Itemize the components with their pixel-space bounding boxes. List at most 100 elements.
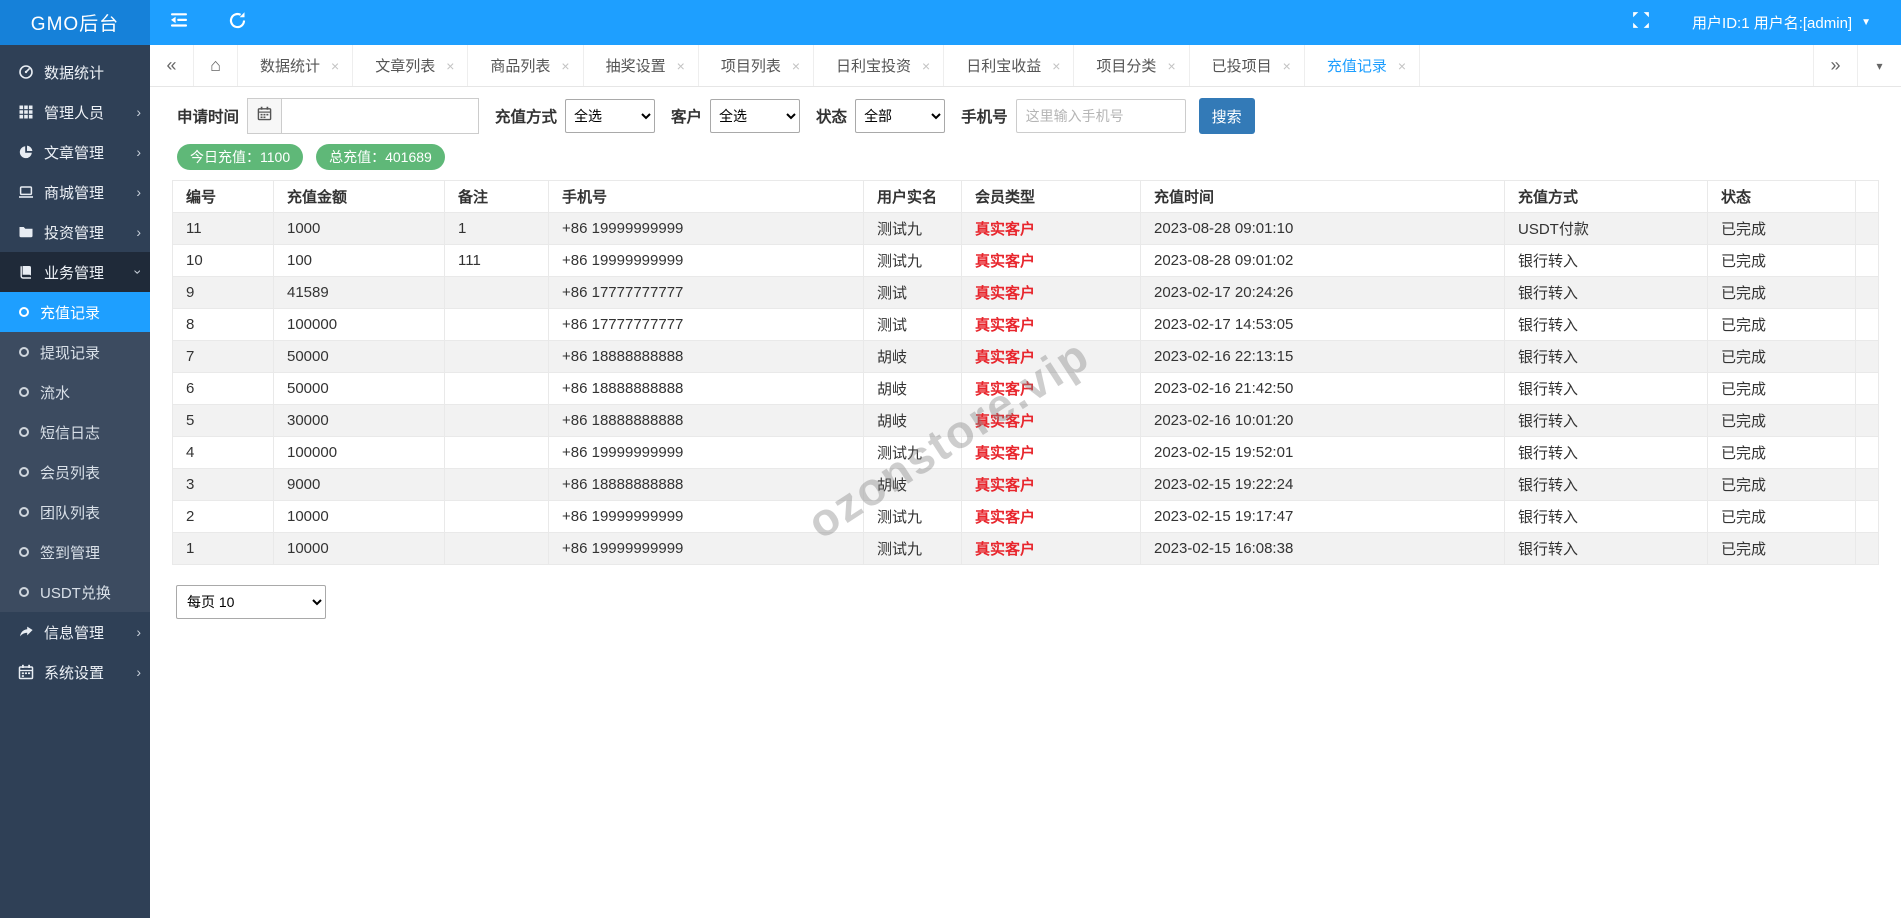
sidebar-subitem[interactable]: 短信日志 (0, 412, 150, 452)
circle-icon (19, 467, 29, 477)
table-cell (445, 309, 549, 341)
tab-close-icon[interactable]: × (1283, 58, 1291, 74)
tab-close-icon[interactable]: × (561, 58, 569, 74)
refresh-button[interactable] (208, 0, 266, 45)
tab[interactable]: 日利宝收益× (944, 45, 1074, 86)
sidebar: 数据统计管理人员›文章管理›商城管理›投资管理›业务管理›充值记录提现记录流水短… (0, 45, 150, 918)
tab-label: 文章列表 (375, 55, 435, 76)
chevron-right-icon: › (136, 624, 141, 640)
tab-close-icon[interactable]: × (1052, 58, 1060, 74)
tab[interactable]: 日利宝投资× (814, 45, 944, 86)
tab[interactable]: 抽奖设置× (584, 45, 699, 86)
sidebar-subitem[interactable]: USDT兑换 (0, 572, 150, 612)
column-header: 充值方式 (1505, 181, 1708, 213)
phone-input[interactable] (1016, 99, 1186, 133)
sidebar-item[interactable]: 管理人员› (0, 92, 150, 132)
tabs-menu-button[interactable]: ▾ (1857, 45, 1901, 86)
sidebar-subitem[interactable]: 签到管理 (0, 532, 150, 572)
tab-label: 项目列表 (721, 55, 781, 76)
tab[interactable]: 项目分类× (1074, 45, 1189, 86)
tab-close-icon[interactable]: × (1398, 58, 1406, 74)
table-cell: +86 18888888888 (549, 405, 864, 437)
fullscreen-icon (1632, 11, 1650, 34)
tab[interactable]: 数据统计× (238, 45, 353, 86)
sidebar-item[interactable]: 文章管理› (0, 132, 150, 172)
table-cell (1856, 245, 1879, 277)
sidebar-item[interactable]: 商城管理› (0, 172, 150, 212)
sidebar-subitem[interactable]: 团队列表 (0, 492, 150, 532)
tab-close-icon[interactable]: × (446, 58, 454, 74)
table-cell: 真实客户 (962, 373, 1141, 405)
circle-icon (19, 387, 29, 397)
sidebar-item[interactable]: 业务管理› (0, 252, 150, 292)
table-cell: 已完成 (1708, 277, 1856, 309)
table-row: 110000+86 19999999999测试九真实客户2023-02-15 1… (173, 533, 1879, 565)
sidebar-subitem[interactable]: 充值记录 (0, 292, 150, 332)
tab-label: 商品列表 (490, 55, 550, 76)
pagination: 每页 10 (176, 585, 1901, 619)
tab[interactable]: 已投项目× (1190, 45, 1305, 86)
table-cell (1856, 501, 1879, 533)
sidebar-item[interactable]: 投资管理› (0, 212, 150, 252)
table-cell: 2023-02-15 16:08:38 (1141, 533, 1505, 565)
table-cell (445, 437, 549, 469)
chevron-right-icon: › (136, 664, 141, 680)
tab-close-icon[interactable]: × (1167, 58, 1175, 74)
sidebar-item[interactable]: 系统设置› (0, 652, 150, 692)
home-tab[interactable]: ⌂ (194, 45, 238, 86)
sidebar-collapse-button[interactable] (150, 0, 208, 45)
tabs-scroll-right-button[interactable]: » (1813, 45, 1857, 86)
table-cell: 2023-02-16 21:42:50 (1141, 373, 1505, 405)
table-cell: 测试九 (864, 213, 962, 245)
table-cell: USDT付款 (1505, 213, 1708, 245)
tab-close-icon[interactable]: × (331, 58, 339, 74)
table-cell: 已完成 (1708, 501, 1856, 533)
table-cell: 5 (173, 405, 274, 437)
sidebar-subitem[interactable]: 提现记录 (0, 332, 150, 372)
recharge-table: 编号充值金额备注手机号用户实名会员类型充值时间充值方式状态 1110001+86… (172, 180, 1879, 565)
tab-close-icon[interactable]: × (792, 58, 800, 74)
grid-icon (18, 104, 34, 120)
tab-close-icon[interactable]: × (677, 58, 685, 74)
tab[interactable]: 商品列表 × (468, 45, 583, 86)
sidebar-submenu: 充值记录提现记录流水短信日志会员列表团队列表签到管理 USDT兑换 (0, 292, 150, 612)
tab[interactable]: 充值记录× (1305, 45, 1420, 86)
table-cell: 胡岐 (864, 341, 962, 373)
total-recharge-badge: 总充值：401689 (316, 144, 445, 170)
table-cell: 银行转入 (1505, 501, 1708, 533)
calendar-picker-button[interactable] (247, 98, 282, 134)
customer-label: 客户 (671, 105, 702, 127)
user-menu[interactable]: 用户ID:1 用户名:[admin] ▼ (1692, 12, 1871, 33)
table-cell (445, 405, 549, 437)
sidebar-subitem-label: USDT兑换 (40, 582, 111, 603)
caret-down-icon: ▼ (1861, 17, 1871, 28)
column-header (1856, 181, 1879, 213)
page-size-select[interactable]: 每页 10 (176, 585, 326, 619)
table-cell: 真实客户 (962, 213, 1141, 245)
tab[interactable]: 文章列表 × (353, 45, 468, 86)
fullscreen-button[interactable] (1632, 11, 1650, 34)
column-header: 备注 (445, 181, 549, 213)
sidebar-subitem[interactable]: 会员列表 (0, 452, 150, 492)
table-cell: 9000 (274, 469, 445, 501)
sidebar-item[interactable]: 信息管理 › (0, 612, 150, 652)
sidebar-item-label: 信息管理 (44, 622, 104, 643)
tab-close-icon[interactable]: × (922, 58, 930, 74)
status-select[interactable]: 全部 (855, 99, 945, 133)
top-header: GMO后台 用户ID:1 用户名:[admin] ▼ (0, 0, 1901, 45)
customer-select[interactable]: 全选 (710, 99, 800, 133)
sidebar-item[interactable]: 数据统计 (0, 52, 150, 92)
tab[interactable]: 项目列表 × (699, 45, 814, 86)
table-cell: 已完成 (1708, 469, 1856, 501)
table-cell: 真实客户 (962, 501, 1141, 533)
tabs-scroll-left-button[interactable]: « (150, 45, 194, 86)
table-row: 530000+86 18888888888胡岐真实客户2023-02-16 10… (173, 405, 1879, 437)
apply-time-input[interactable] (282, 98, 479, 134)
recharge-method-select[interactable]: 全选 (565, 99, 655, 133)
pie-chart-icon (18, 144, 34, 160)
sidebar-subitem[interactable]: 流水 (0, 372, 150, 412)
summary-badges: 今日充值：1100 总充值：401689 (177, 144, 1901, 170)
table-cell: 已完成 (1708, 437, 1856, 469)
table-cell: 11 (173, 213, 274, 245)
search-button[interactable]: 搜索 (1199, 98, 1255, 134)
